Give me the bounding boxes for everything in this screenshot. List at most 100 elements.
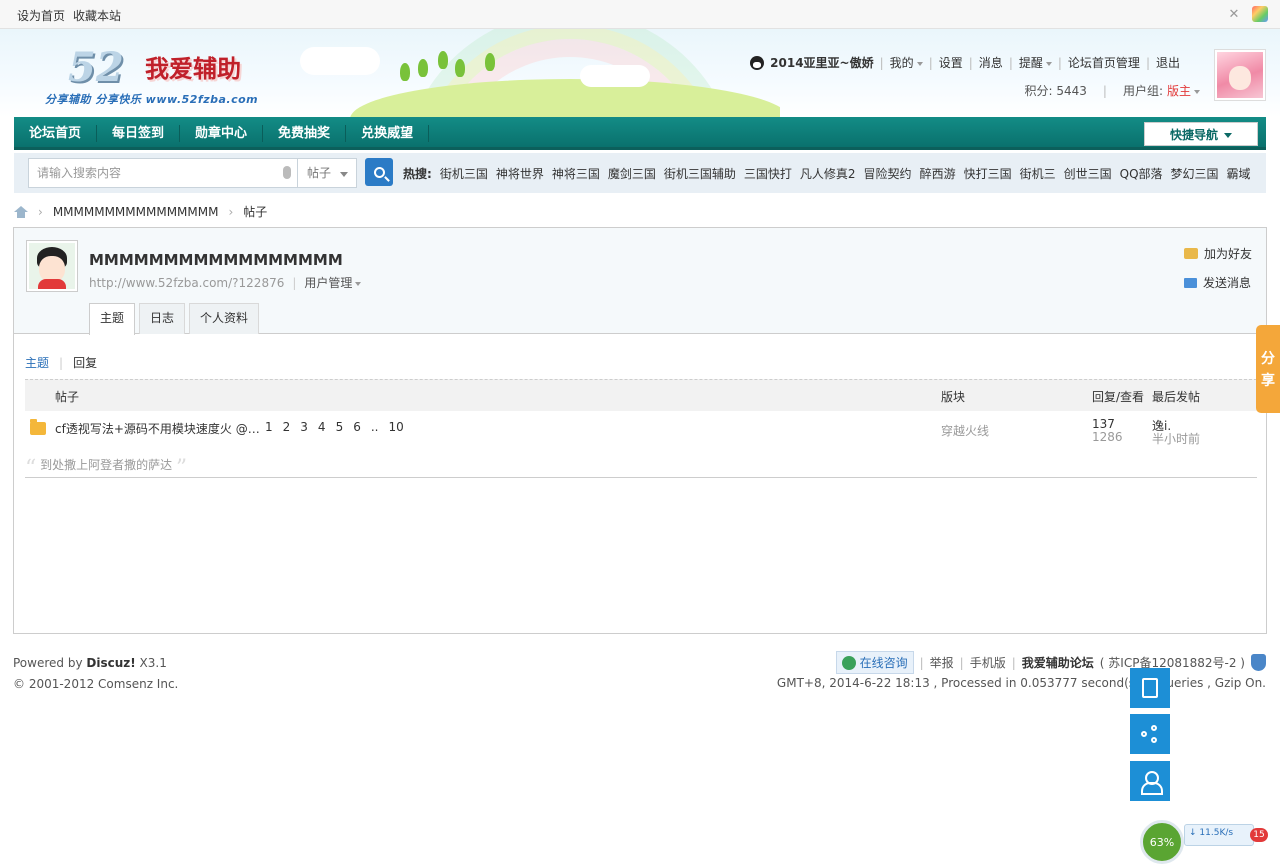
share-icon: [1141, 725, 1159, 743]
profile-box: MMMMMMMMMMMMMMMMM http://www.52fzba.com/…: [13, 227, 1267, 634]
profile-name[interactable]: MMMMMMMMMMMMMMMMM: [89, 251, 343, 269]
col-last-post: 最后发帖: [1152, 390, 1201, 404]
set-homepage-link[interactable]: 设为首页: [17, 7, 65, 24]
hot-search-item[interactable]: 街机三国辅助: [664, 165, 736, 182]
hot-search-item[interactable]: 街机三: [1020, 165, 1056, 182]
page-link[interactable]: 6: [353, 420, 361, 434]
report-link[interactable]: 举报: [930, 654, 954, 671]
thread-forum[interactable]: 穿越火线: [941, 422, 989, 439]
forum-admin-link[interactable]: 论坛首页管理: [1068, 54, 1140, 71]
settings-link[interactable]: 设置: [939, 54, 963, 71]
network-speed-widget[interactable]: 63% ↓ 11.5K/s 15: [1140, 815, 1270, 864]
add-friend-icon: [1183, 248, 1198, 259]
color-scheme-icon[interactable]: [1252, 6, 1268, 22]
nav-forum-home[interactable]: 论坛首页: [14, 125, 98, 142]
user-icon: [1141, 771, 1163, 795]
reminders-menu[interactable]: 提醒: [1019, 54, 1052, 71]
hot-search-item[interactable]: 神将三国: [552, 165, 600, 182]
folder-icon: [30, 419, 46, 435]
user-menu: 2014亚里亚~傲娇 | 我的 | 设置 | 消息 | 提醒 | 论坛首页管理 …: [750, 54, 1180, 71]
close-quote-icon: ”: [175, 456, 188, 481]
online-consult-button[interactable]: 在线咨询: [835, 651, 914, 674]
user-avatar[interactable]: [1214, 49, 1266, 101]
share-side-tab[interactable]: 分享: [1256, 325, 1280, 413]
hot-search-item[interactable]: 霸域: [1227, 165, 1251, 182]
send-message-button[interactable]: 发送消息: [1183, 274, 1252, 291]
nav-medal-center[interactable]: 勋章中心: [180, 125, 264, 142]
search-bar: 请输入搜索内容 帖子 热搜: 街机三国 神将世界 神将三国 魔剑三国 街机三国辅…: [14, 153, 1266, 193]
microphone-icon[interactable]: [283, 166, 291, 179]
hot-search-item[interactable]: 冒险契约: [864, 165, 912, 182]
tab-threads[interactable]: 主题: [89, 303, 136, 335]
profile-url[interactable]: http://www.52fzba.com/?122876: [89, 276, 284, 290]
site-header: 52 我爱辅助 分享辅助 分享快乐 www.52fzba.com 2014亚里亚…: [0, 29, 1280, 117]
tab-profile[interactable]: 个人资料: [189, 303, 260, 334]
breadcrumb-user[interactable]: MMMMMMMMMMMMMMMM: [53, 205, 219, 219]
usage-gauge: 63%: [1140, 820, 1184, 864]
col-reply-view: 回复/查看: [1092, 390, 1145, 404]
user-manage-menu[interactable]: 用户管理: [304, 274, 362, 291]
logout-link[interactable]: 退出: [1156, 54, 1180, 71]
hot-search-item[interactable]: 创世三国: [1064, 165, 1112, 182]
profile-avatar[interactable]: [26, 240, 78, 292]
float-share-button[interactable]: [1130, 714, 1170, 754]
search-button[interactable]: [365, 158, 393, 186]
home-icon[interactable]: [14, 205, 28, 218]
nav-exchange-prestige[interactable]: 兑换威望: [346, 125, 430, 142]
my-menu[interactable]: 我的: [890, 54, 923, 71]
page-link[interactable]: 3: [300, 420, 308, 434]
hot-search-item[interactable]: 魔剑三国: [608, 165, 656, 182]
quick-nav-button[interactable]: 快捷导航: [1144, 122, 1258, 146]
consult-icon: [841, 655, 856, 670]
collapse-icon[interactable]: ✕: [1226, 6, 1242, 22]
hot-search-item[interactable]: 街机三国: [440, 165, 488, 182]
page-link[interactable]: 4: [318, 420, 326, 434]
user-stats: 积分: 5443 | 用户组: 版主: [1024, 82, 1200, 99]
points-link[interactable]: 积分: 5443: [1024, 82, 1086, 99]
hot-search-item[interactable]: 三国快打: [744, 165, 792, 182]
hot-search-item[interactable]: 凡人修真2: [800, 165, 856, 182]
page-link[interactable]: 2: [283, 420, 291, 434]
page-link[interactable]: 1: [265, 420, 273, 434]
float-post-button[interactable]: [1130, 668, 1170, 708]
thread-title[interactable]: cf透视写法+源码不用模块速度火 @…: [55, 420, 260, 437]
page-link[interactable]: 5: [336, 420, 344, 434]
page-link[interactable]: 10: [388, 420, 403, 434]
hot-search-item[interactable]: 醉西游: [920, 165, 956, 182]
nav-free-lottery[interactable]: 免费抽奖: [263, 125, 347, 142]
chevron-down-icon: [916, 62, 923, 69]
table-row: cf透视写法+源码不用模块速度火 @… 1 2 3 4 5 6 .. 10 穿越…: [25, 417, 1257, 448]
user-group-label: 用户组:: [1122, 84, 1163, 98]
col-post: 帖子: [55, 390, 80, 404]
add-friend-button[interactable]: 加为好友: [1183, 245, 1252, 262]
bookmark-site-link[interactable]: 收藏本站: [73, 7, 121, 24]
subtab-threads[interactable]: 主题: [25, 354, 49, 371]
logo-number[interactable]: 52: [68, 44, 124, 91]
tab-blog[interactable]: 日志: [139, 303, 186, 334]
site-name-link[interactable]: 我爱辅助论坛: [1022, 654, 1094, 671]
table-header: 帖子 版块 回复/查看 最后发帖: [25, 379, 1257, 411]
icp-link[interactable]: ( 苏ICP备12081882号-2 ): [1100, 654, 1245, 671]
hot-search-item[interactable]: 神将世界: [496, 165, 544, 182]
nav-daily-signin[interactable]: 每日签到: [97, 125, 181, 142]
logo-text[interactable]: 我爱辅助: [145, 49, 241, 84]
col-forum: 版块: [941, 390, 966, 404]
search-type-select[interactable]: 帖子: [297, 158, 357, 188]
user-group-value[interactable]: 版主: [1167, 82, 1200, 99]
discuz-link[interactable]: Discuz!: [86, 656, 135, 670]
profile-header: MMMMMMMMMMMMMMMMM http://www.52fzba.com/…: [14, 228, 1266, 335]
reply-quote: “ 到处撒上阿登者撒的萨达 ”: [25, 456, 1257, 481]
messages-link[interactable]: 消息: [979, 54, 1003, 71]
search-icon: [373, 166, 385, 178]
mobile-link[interactable]: 手机版: [970, 654, 1006, 671]
security-shield-icon[interactable]: [1251, 654, 1266, 671]
float-user-button[interactable]: [1130, 761, 1170, 801]
hot-search-item[interactable]: QQ部落: [1120, 165, 1163, 182]
subtab-replies[interactable]: 回复: [73, 354, 97, 371]
hot-search-item[interactable]: 快打三国: [964, 165, 1012, 182]
view-count: 1286: [1092, 430, 1123, 444]
search-input[interactable]: 请输入搜索内容: [28, 158, 298, 188]
username-link[interactable]: 2014亚里亚~傲娇: [770, 54, 873, 71]
reply-count: 137: [1092, 417, 1115, 431]
hot-search-item[interactable]: 梦幻三国: [1171, 165, 1219, 182]
